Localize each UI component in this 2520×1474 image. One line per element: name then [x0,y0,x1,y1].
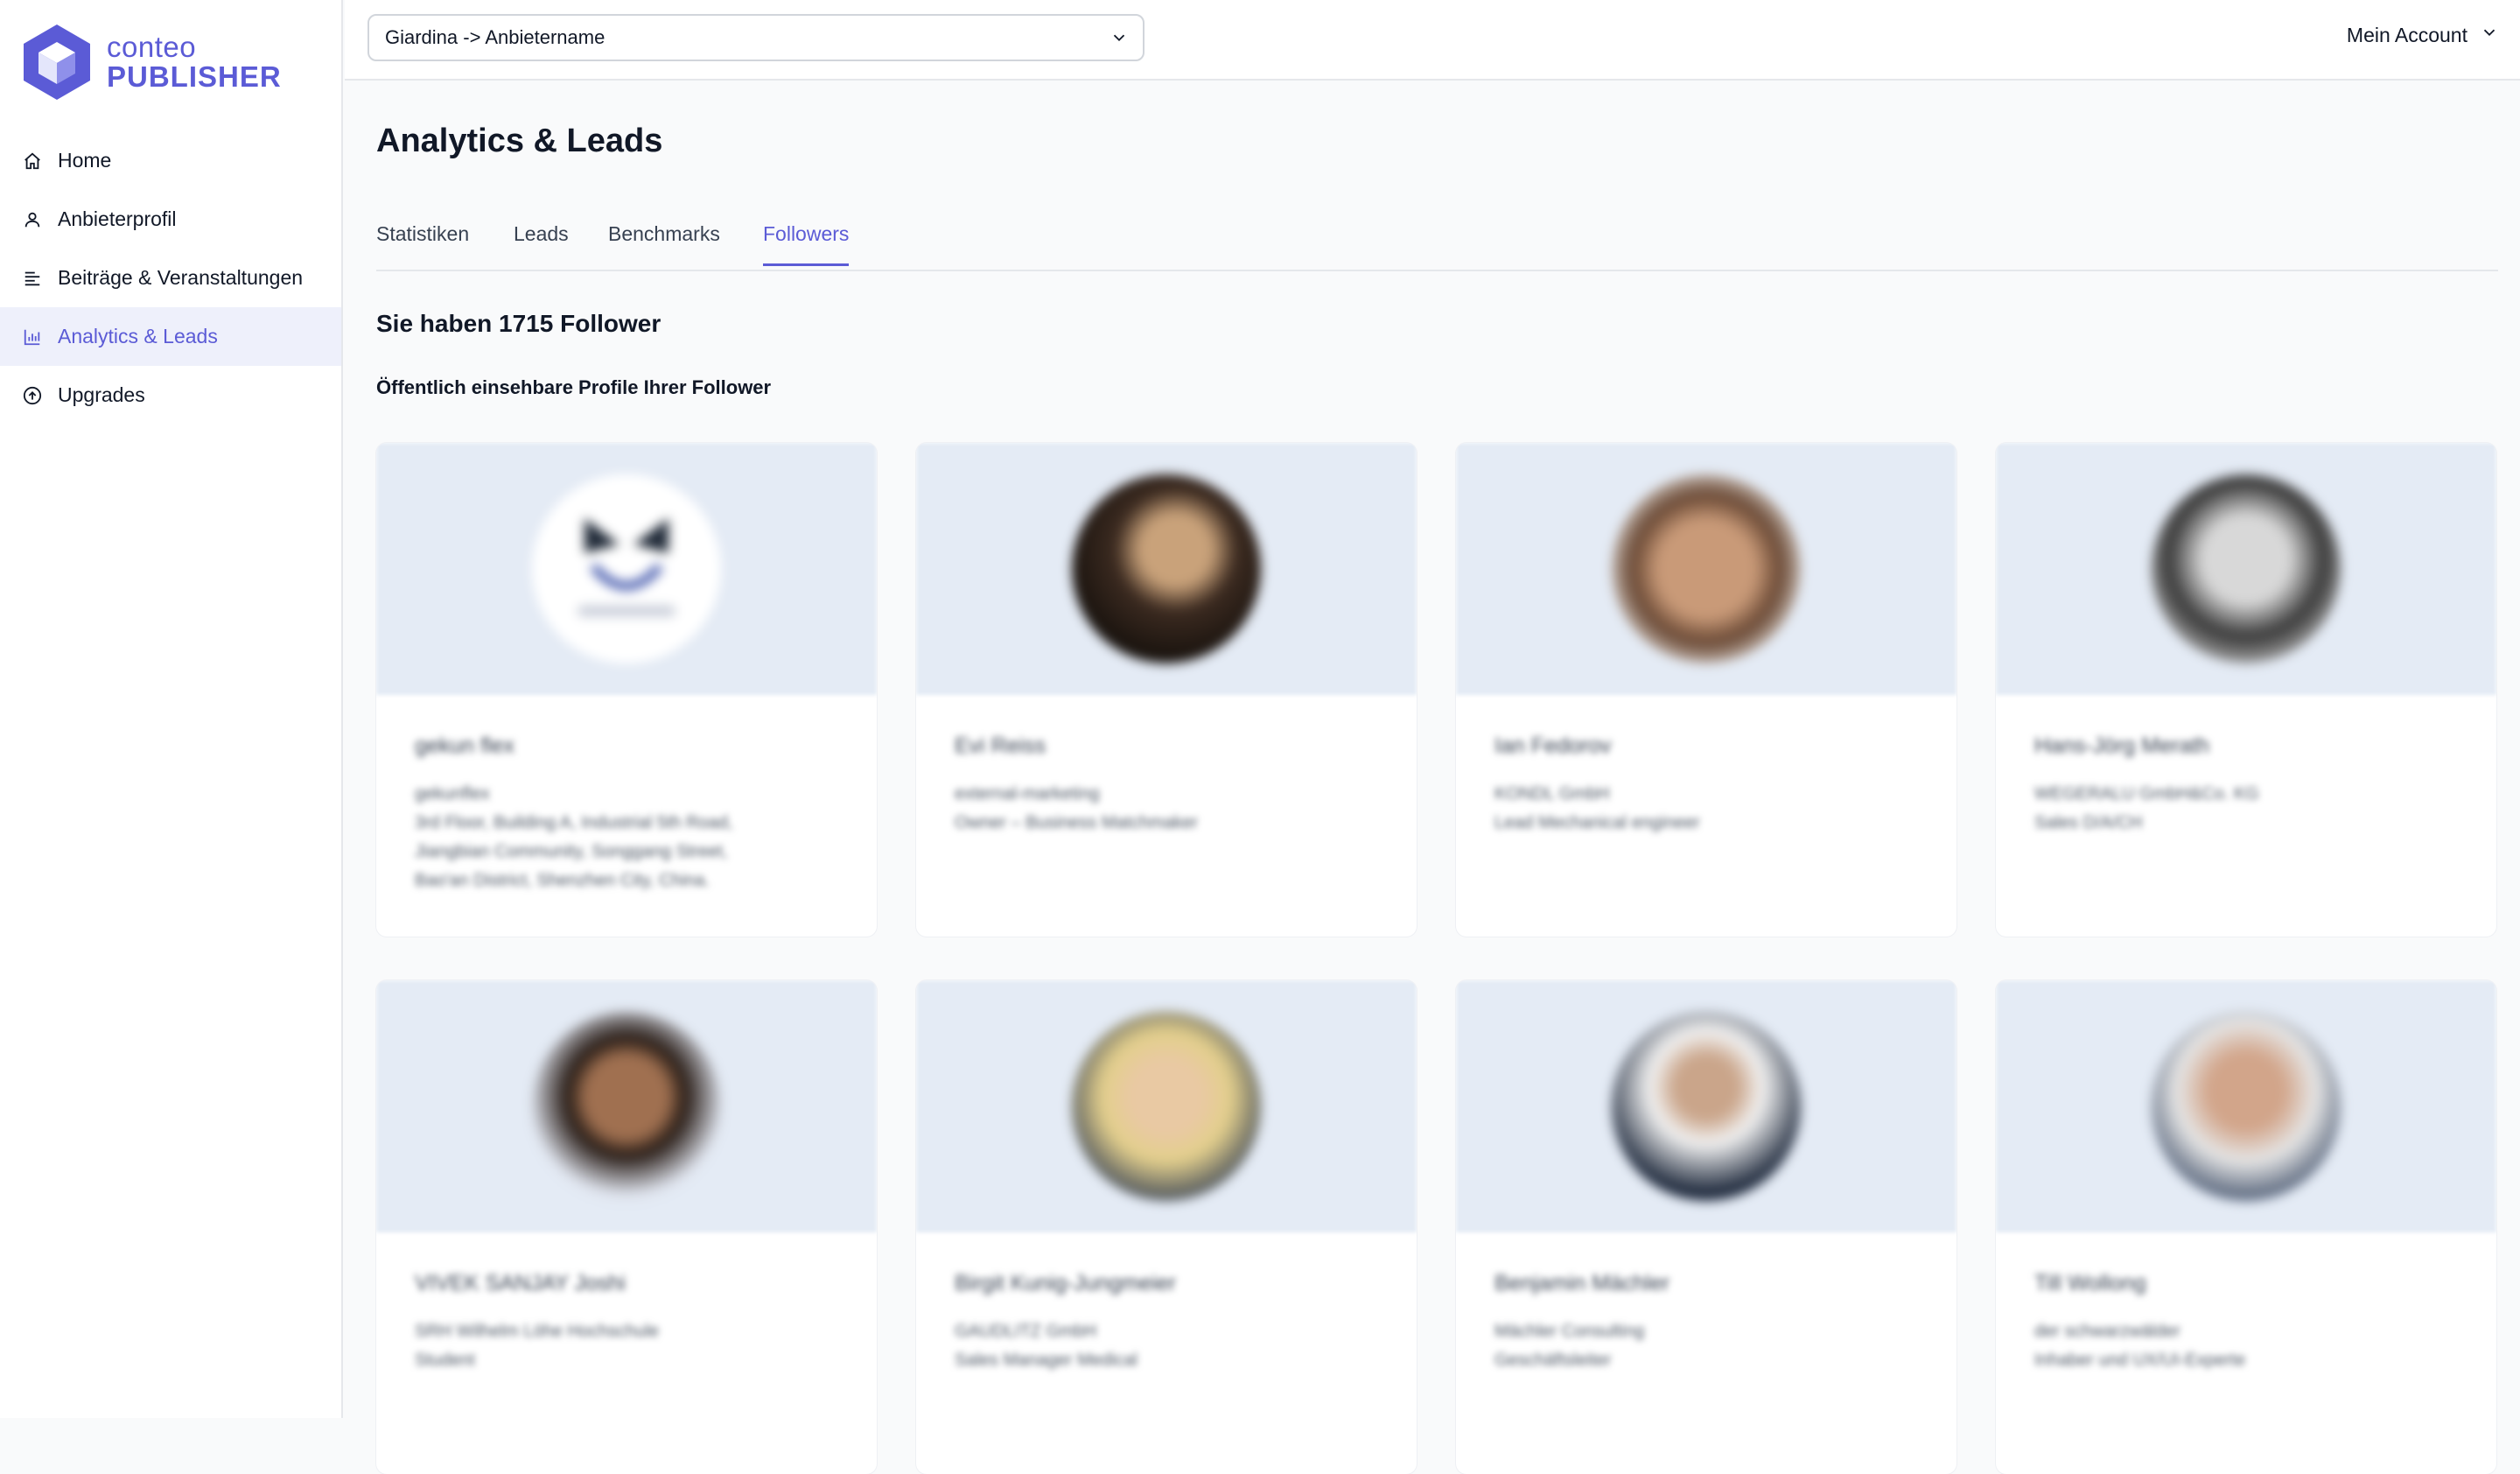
sidebar-item-analytics[interactable]: Analytics & Leads [0,307,341,366]
page-title: Analytics & Leads [376,123,663,159]
user-icon [21,208,44,231]
follower-card[interactable]: Benjamin Mächler Mächler Consulting Gesc… [1456,980,1956,1474]
avatar [1612,474,1801,663]
follower-name: Birgit Kunig-Jungmeier [955,1271,1176,1295]
follower-detail: Owner – Business Matchmaker [955,813,1198,832]
sidebar-item-beitraege[interactable]: Beiträge & Veranstaltungen [0,249,341,307]
follower-detail: Mächler Consulting [1494,1322,1645,1341]
follower-card[interactable]: Hans-Jörg Merath WEGERALU GmbH&Co. KG Sa… [1996,443,2496,937]
follower-name: VIVEK SANJAY Joshi [415,1271,626,1295]
avatar [2152,474,2341,663]
follower-card[interactable]: Birgit Kunig-Jungmeier GAUDLITZ GmbH Sal… [916,980,1417,1474]
tabs-divider [376,270,2498,271]
top-bar: Giardina -> Anbietername Mein Account [345,0,2520,81]
follower-detail: SRH Wilhelm Löhe Hochschule [415,1322,660,1341]
company-logo-icon [578,518,676,616]
brand-line2: PUBLISHER [107,60,282,93]
sidebar-item-label: Beiträge & Veranstaltungen [58,266,304,289]
tab-benchmarks[interactable]: Benchmarks [608,222,720,263]
follower-detail: der schwarzwälder [2034,1322,2180,1341]
follower-count: Sie haben 1715 Follower [376,310,662,337]
avatar [2152,1012,2341,1201]
sidebar-item-label: Home [58,149,112,172]
account-label: Mein Account [2346,23,2468,46]
follower-detail: external-marketing [955,784,1100,804]
sidebar-item-upgrades[interactable]: Upgrades [0,366,341,425]
follower-detail: gekunflex [415,784,490,804]
provider-select[interactable]: Giardina -> Anbietername [368,14,1144,61]
follower-card[interactable]: Evi Reiss external-marketing Owner – Bus… [916,443,1417,937]
follower-detail: Inhaber und UX/UI-Experte [2034,1351,2246,1370]
avatar [532,1012,721,1201]
follower-name: Till Wollong [2034,1271,2146,1295]
sidebar-item-home[interactable]: Home [0,131,341,190]
sidebar: conteo PUBLISHER Home Anbieterprofil Bei… [0,0,343,1418]
sidebar-item-anbieterprofil[interactable]: Anbieterprofil [0,190,341,249]
brand-logo[interactable]: conteo PUBLISHER [21,23,282,102]
follower-name: Benjamin Mächler [1494,1271,1670,1295]
tab-followers[interactable]: Followers [763,222,850,266]
tab-leads[interactable]: Leads [514,222,569,263]
cube-logo-icon [24,25,90,100]
follower-detail: 3rd Floor, Building A, Industrial 5th Ro… [415,813,733,832]
arrow-up-circle-icon [21,384,44,407]
follower-detail: Jiangbian Community, Songgang Street, [415,842,728,861]
sidebar-item-label: Upgrades [58,383,145,406]
follower-detail: KONDL GmbH [1494,784,1610,804]
follower-detail: Student [415,1351,475,1370]
chevron-down-icon [1110,28,1129,53]
follower-card[interactable]: VIVEK SANJAY Joshi SRH Wilhelm Löhe Hoch… [376,980,877,1474]
sidebar-nav: Home Anbieterprofil Beiträge & Veranstal… [0,131,341,425]
lines-icon [21,267,44,290]
follower-detail: GAUDLITZ GmbH [955,1322,1097,1341]
follower-detail: Sales Manager Medical [955,1351,1138,1370]
follower-detail: Bao'an District, Shenzhen City, China. [415,871,710,890]
follower-card[interactable]: Ian Fedorov KONDL GmbH Lead Mechanical e… [1456,443,1956,937]
follower-card[interactable]: gekun flex gekunflex 3rd Floor, Building… [376,443,877,937]
avatar [1612,1012,1801,1201]
avatar [1072,1012,1261,1201]
follower-detail: Sales D/A/CH [2034,813,2143,832]
chevron-down-icon [2480,23,2499,47]
tab-statistiken[interactable]: Statistiken [376,222,469,263]
avatar [532,474,721,663]
home-icon [21,150,44,172]
avatar [1072,474,1261,663]
brand-line1: conteo [107,31,197,63]
follower-detail: Geschäftsleiter [1494,1351,1612,1370]
chart-icon [21,326,44,348]
sidebar-item-label: Analytics & Leads [58,325,218,347]
follower-detail: Lead Mechanical engineer [1494,813,1700,832]
follower-name: Evi Reiss [955,733,1046,758]
follower-detail: WEGERALU GmbH&Co. KG [2034,784,2259,804]
follower-card[interactable]: Till Wollong der schwarzwälder Inhaber u… [1996,980,2496,1474]
account-menu[interactable]: Mein Account [2347,23,2499,47]
follower-name: Hans-Jörg Merath [2034,733,2210,758]
section-subtitle: Öffentlich einsehbare Profile Ihrer Foll… [376,376,772,398]
provider-select-value: Giardina -> Anbietername [385,26,606,48]
follower-name: gekun flex [415,733,514,758]
follower-name: Ian Fedorov [1494,733,1612,758]
sidebar-item-label: Anbieterprofil [58,207,177,230]
